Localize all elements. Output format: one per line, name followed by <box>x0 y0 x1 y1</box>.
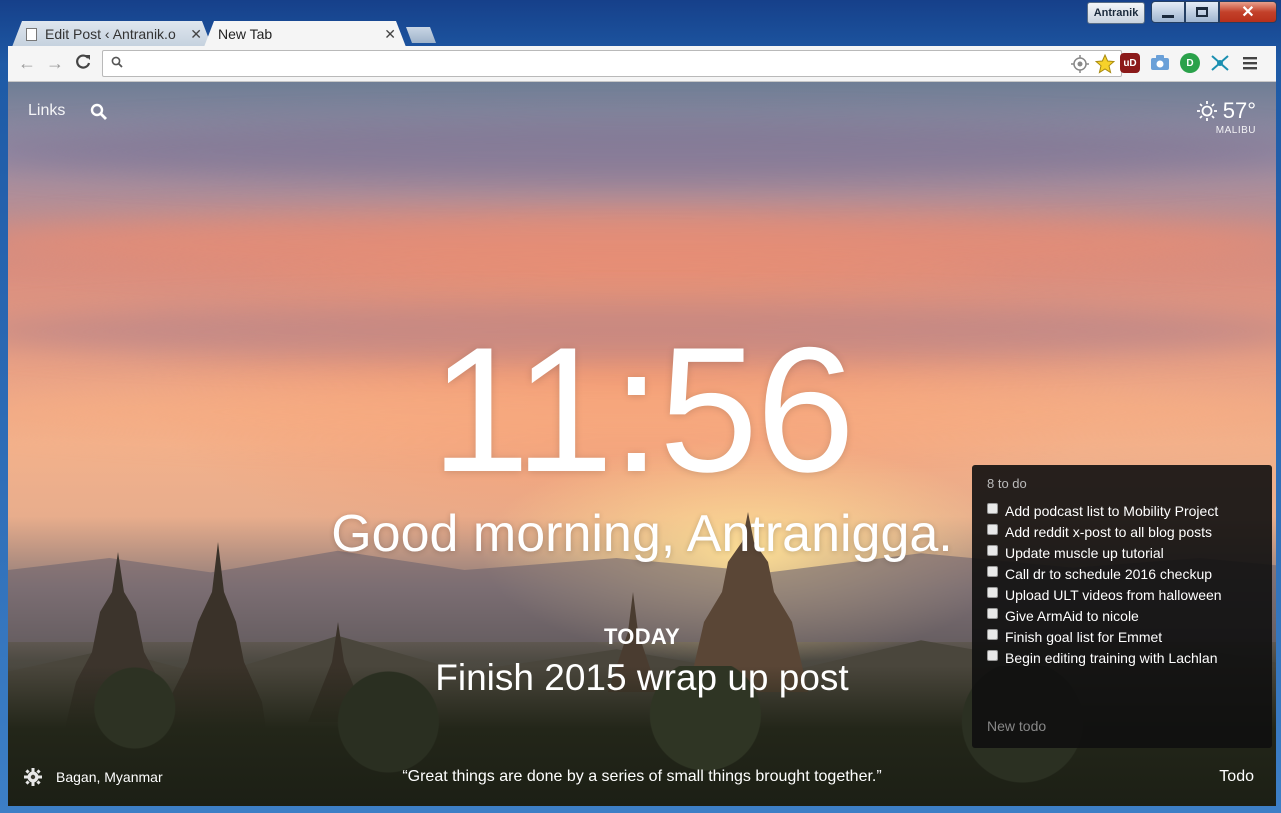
close-window-button[interactable]: ✕ <box>1219 1 1277 23</box>
todo-item-label: Give ArmAid to nicole <box>1005 607 1139 624</box>
bookmark-star-icon[interactable] <box>1095 54 1115 74</box>
todo-item-label: Begin editing training with Lachlan <box>1005 649 1218 666</box>
ublock-icon[interactable]: uD <box>1120 53 1140 73</box>
cloud-layer <box>8 212 1276 272</box>
links-button[interactable]: Links <box>28 102 65 120</box>
maximize-icon <box>1196 7 1208 17</box>
reload-icon <box>76 54 91 69</box>
minimize-button[interactable] <box>1151 1 1185 23</box>
todo-item[interactable]: Finish goal list for Emmet <box>987 626 1222 647</box>
todo-checkbox[interactable] <box>987 503 998 514</box>
minimize-icon <box>1162 14 1174 18</box>
todo-checkbox[interactable] <box>987 566 998 577</box>
weather-location: MALIBU <box>1215 125 1256 136</box>
profile-button[interactable]: Antranik <box>1087 2 1145 24</box>
tab-edit-post[interactable]: Edit Post ‹ Antranik.o ✕ <box>12 21 212 47</box>
todo-item-label: Add reddit x-post to all blog posts <box>1005 523 1213 540</box>
todo-panel: 8 to do Add podcast list to Mobility Pro… <box>972 465 1272 748</box>
temperature: 57° <box>1222 98 1256 123</box>
browser-toolbar: ← → uD D <box>8 46 1276 82</box>
todo-item-label: Call dr to schedule 2016 checkup <box>1005 565 1213 582</box>
sun-icon <box>1196 101 1217 121</box>
camera-icon[interactable] <box>1150 53 1170 73</box>
camera-glyph <box>1151 55 1169 70</box>
reload-button[interactable] <box>74 53 92 75</box>
todo-item[interactable]: Add podcast list to Mobility Project <box>987 500 1222 521</box>
network-icon[interactable] <box>1210 53 1230 73</box>
todo-checkbox[interactable] <box>987 629 998 640</box>
weather-widget[interactable]: 57° MALIBU <box>1196 98 1256 136</box>
tab-close-icon[interactable]: ✕ <box>384 26 396 43</box>
menu-icon[interactable] <box>1240 53 1260 73</box>
todo-toggle-button[interactable]: Todo <box>1219 768 1254 786</box>
tab-close-icon[interactable]: ✕ <box>190 26 202 43</box>
todo-item[interactable]: Give ArmAid to nicole <box>987 605 1222 626</box>
window-controls: ✕ <box>1151 1 1277 25</box>
tab-label: Edit Post ‹ Antranik.o <box>45 26 176 42</box>
todo-item[interactable]: Begin editing training with Lachlan <box>987 647 1222 668</box>
network-glyph <box>1211 55 1229 71</box>
todo-item-label: Finish goal list for Emmet <box>1005 628 1163 645</box>
tab-label: New Tab <box>218 26 273 42</box>
cloud-layer <box>8 122 1276 182</box>
todo-checkbox[interactable] <box>987 650 998 661</box>
d-extension-icon[interactable]: D <box>1180 53 1200 73</box>
extension-bar: uD D <box>1120 53 1260 73</box>
todo-checkbox[interactable] <box>987 524 998 535</box>
new-todo-input[interactable]: New todo <box>987 718 1046 734</box>
forward-button[interactable]: → <box>46 53 64 73</box>
back-button[interactable]: ← <box>18 53 36 73</box>
todo-checkbox[interactable] <box>987 545 998 556</box>
todo-item[interactable]: Add reddit x-post to all blog posts <box>987 521 1222 542</box>
search-icon[interactable] <box>90 103 108 121</box>
omnibox-actions <box>1071 54 1115 74</box>
address-bar[interactable] <box>102 50 1122 77</box>
todo-item[interactable]: Call dr to schedule 2016 checkup <box>987 563 1222 584</box>
todo-item-label: Add podcast list to Mobility Project <box>1005 502 1219 519</box>
maximize-button[interactable] <box>1185 1 1219 23</box>
momentum-dashboard: Links 57° MALIBU 11:56 Good morning, Ant… <box>8 82 1276 806</box>
todo-item-label: Upload ULT videos from halloween <box>1005 586 1222 603</box>
todo-checkbox[interactable] <box>987 587 998 598</box>
location-target-icon[interactable] <box>1071 55 1089 73</box>
todo-list: Add podcast list to Mobility Project Add… <box>987 500 1222 668</box>
search-icon <box>111 56 123 68</box>
todo-count: 8 to do <box>987 476 1027 491</box>
todo-item[interactable]: Update muscle up tutorial <box>987 542 1222 563</box>
document-icon <box>26 28 37 41</box>
todo-item[interactable]: Upload ULT videos from halloween <box>987 584 1222 605</box>
tab-new-tab[interactable]: New Tab ✕ <box>204 21 406 47</box>
quote[interactable]: “Great things are done by a series of sm… <box>8 768 1276 786</box>
todo-item-label: Update muscle up tutorial <box>1005 544 1164 561</box>
todo-checkbox[interactable] <box>987 608 998 619</box>
browser-window: Antranik ✕ Edit Post ‹ Antranik.o ✕ New … <box>0 0 1281 813</box>
hamburger-glyph <box>1243 57 1257 70</box>
